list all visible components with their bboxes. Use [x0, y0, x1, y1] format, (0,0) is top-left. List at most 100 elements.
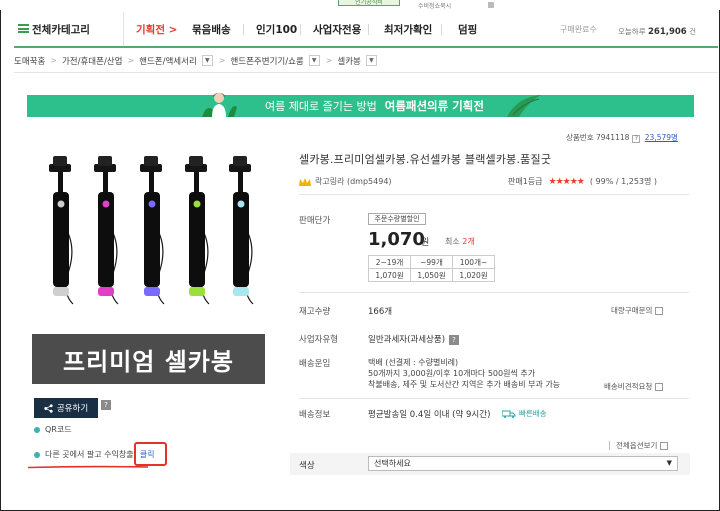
truck-icon [502, 410, 516, 418]
end-cap [189, 287, 205, 296]
color-label: 색상 [299, 461, 315, 471]
end-cap [98, 287, 114, 296]
popup-icon [660, 441, 669, 450]
button-ring [193, 200, 201, 208]
chevron-down-icon[interactable]: ▼ [365, 55, 377, 66]
product-image[interactable] [33, 152, 265, 308]
button-ring [102, 200, 110, 208]
popup-icon [655, 382, 664, 391]
category-label: 전체카테고리 [32, 23, 90, 36]
chevron-down-icon[interactable]: ▼ [201, 55, 213, 66]
chevron-down-icon: ▼ [666, 459, 672, 467]
purchase-count-label: 구매완료수 [560, 25, 597, 34]
shipping-fee-label: 배송운임 [299, 359, 331, 369]
button-ring [57, 200, 65, 208]
breadcrumb-level2[interactable]: 핸드폰/액세서리 [139, 55, 197, 67]
arm [149, 172, 154, 192]
views-link[interactable]: 23,579명 [645, 133, 678, 142]
tier-range: 100개~ [452, 255, 495, 269]
breadcrumb-level3[interactable]: 핸드폰주변기기/쇼룸 [230, 55, 303, 67]
purchase-count: 오늘하루 261,906 건 [618, 27, 697, 37]
tier-price: 1,020원 [452, 268, 495, 282]
breadcrumb-home[interactable]: 도매꾹홈 [14, 55, 45, 67]
stock-label: 재고수량 [299, 307, 331, 317]
min-quantity: 최소 2개 [445, 237, 475, 246]
tier-range: ~99개 [410, 255, 453, 269]
model-figure-icon [202, 93, 237, 117]
nav-item-lowest-price[interactable]: 최저가확인 [384, 12, 432, 46]
bulk-inquiry-link[interactable]: 대량구매문의 [611, 305, 664, 316]
stock-value: 166개 [368, 307, 393, 317]
shipping-fee-details: 택배 (선결제 : 수량별비례) 50개까지 3,000원/이후 10개마다 5… [368, 358, 561, 389]
price-label: 판매단가 [299, 216, 331, 226]
clamp-top [189, 156, 203, 166]
menu-icon [18, 24, 29, 33]
breadcrumb-level1[interactable]: 가전/휴대폰/산업 [62, 55, 122, 67]
share-button[interactable]: 공유하기 [34, 398, 98, 418]
banner-text: 여름 제대로 즐기는 방법 [265, 100, 377, 113]
quantity-discount-badge: 주문수량별할인 [368, 213, 426, 225]
highlight-underline [27, 465, 149, 469]
arm [194, 172, 199, 192]
rating-text: ( 99% / 1,253명 ) [589, 177, 658, 186]
product-code: 상품번호 7941118? 23,579명 [566, 133, 678, 143]
seller-grade: 판매1등급 ★★★★★ ( 99% / 1,253명 ) [508, 176, 658, 187]
top-strip: 인기공식비 수비청쇼북시 [0, 0, 720, 10]
clamp-top [53, 156, 67, 166]
business-type-label: 사업자유형 [299, 335, 339, 345]
end-cap [233, 287, 249, 296]
clamp-top [144, 156, 158, 166]
shipping-info-label: 배송정보 [299, 410, 331, 420]
arm [58, 172, 63, 192]
view-all-options-link[interactable]: 전체옵션보기 [609, 440, 669, 451]
nav-item-bundle-shipping[interactable]: 묶음배송 [192, 12, 231, 46]
arm [238, 172, 243, 192]
button-ring [148, 200, 156, 208]
nav-item-dumping[interactable]: 덤핑 [458, 12, 477, 46]
popup-icon [655, 306, 664, 315]
color-select[interactable]: 선택하세요 ▼ [368, 456, 678, 471]
end-cap [144, 287, 160, 296]
crown-icon [299, 177, 311, 186]
nav-item-promotions[interactable]: 기획전 > [136, 12, 177, 46]
highlight-box [134, 442, 167, 466]
nav-item-top100[interactable]: 인기100 [256, 12, 297, 46]
promo-banner[interactable]: 여름 제대로 즐기는 방법 여름패션의류 기획전 [27, 93, 694, 117]
tier-price: 1,050원 [410, 268, 453, 282]
rating-stars: ★★★★★ [548, 176, 585, 187]
help-icon[interactable]: ? [632, 135, 641, 143]
clamp-top [98, 156, 112, 166]
tier-range: 2~19개 [368, 255, 411, 269]
leaf-icon [507, 95, 541, 117]
category-menu-button[interactable]: 전체카테고리 [14, 12, 124, 46]
breadcrumb-level4[interactable]: 셀카봉 [337, 55, 360, 67]
business-type-value: 일반과세자(과세상품)? [368, 333, 460, 345]
price-unit: 원 [421, 238, 430, 248]
bullet-icon [34, 451, 40, 458]
seller-info[interactable]: 락고링라 (dmp5494) [299, 176, 392, 187]
clamp-top [233, 156, 247, 166]
breadcrumb: 도매꾹홈 > 가전/휴대폰/산업 > 핸드폰/액세서리 ▼ > 핸드폰주변기기/… [14, 52, 718, 69]
chevron-down-icon[interactable]: ▼ [308, 55, 320, 66]
banner-highlight: 여름패션의류 기획전 [384, 99, 484, 113]
end-cap [53, 287, 69, 296]
button-ring [237, 200, 245, 208]
product-title: 셀카봉.프리미엄셀카봉.유선셀카봉 블랙셀카봉.품질굿 [299, 153, 552, 166]
help-icon[interactable]: ? [101, 400, 111, 410]
main-nav: 전체카테고리 기획전 > 묶음배송 인기100 사업자전용 최저가확인 덤핑 구… [14, 12, 718, 48]
top-chip [488, 2, 494, 8]
unit-price: 1,070 [368, 229, 425, 250]
price-tier-table: 2~19개 ~99개 100개~ 1,070원 1,050원 1,020원 [368, 255, 495, 282]
shipping-info-value: 평균발송일 0.4일 이내 (약 9시간) [368, 410, 491, 420]
help-icon[interactable]: ? [449, 335, 460, 345]
fast-delivery-badge[interactable]: 빠른배송 [502, 408, 547, 419]
arm [103, 172, 108, 192]
qr-code-link[interactable]: QR코드 [34, 424, 72, 435]
top-tab-fragment[interactable]: 인기공식비 [338, 0, 400, 6]
image-caption: 프리미엄 셀카봉 [32, 334, 265, 384]
top-right-fragment: 수비청쇼북시 [418, 3, 452, 10]
tier-price: 1,070원 [368, 268, 411, 282]
shipping-quote-link[interactable]: 배송비견적요청 [604, 381, 664, 392]
share-icon [44, 403, 53, 413]
nav-item-business[interactable]: 사업자전용 [313, 12, 361, 46]
